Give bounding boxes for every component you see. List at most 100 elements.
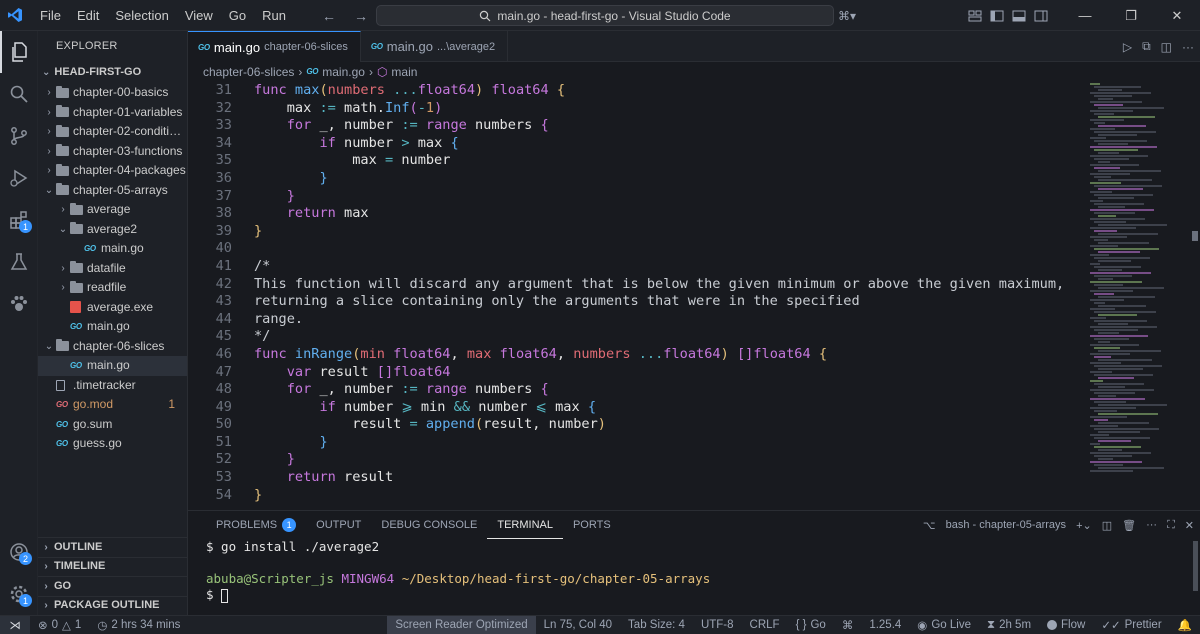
encoding[interactable]: UTF-8: [693, 616, 742, 634]
split-editor-icon[interactable]: ◫: [1161, 40, 1172, 54]
panel-tab-problems[interactable]: PROBLEMS 1: [206, 511, 306, 539]
more-icon[interactable]: ···: [1146, 519, 1157, 531]
copilot-status-icon[interactable]: ⌘: [834, 616, 862, 634]
line-content: if number ⩾ min && number ⩽ max {: [232, 399, 596, 417]
timer[interactable]: ⧗ 2h 5m: [979, 616, 1039, 634]
toggle-panel-icon[interactable]: [1008, 0, 1030, 31]
flow[interactable]: Flow: [1039, 616, 1093, 634]
item-label: average.exe: [87, 299, 154, 314]
panel-tab-terminal[interactable]: TERMINAL: [487, 511, 563, 539]
panel-tab-debug-console[interactable]: DEBUG CONSOLE: [371, 511, 487, 539]
toggle-secondary-sidebar-icon[interactable]: [1030, 0, 1052, 31]
folder-item[interactable]: › chapter-03-functions: [38, 142, 187, 162]
file-item[interactable]: GO go.mod 1: [38, 395, 187, 415]
section-go[interactable]: › GO: [38, 576, 187, 596]
go-version[interactable]: 1.25.4: [861, 616, 909, 634]
editor-scrollbar[interactable]: [1192, 231, 1198, 241]
layout-customize-icon[interactable]: [964, 0, 986, 31]
maximize-panel-icon[interactable]: ⛶: [1167, 519, 1175, 532]
forward-arrow-icon[interactable]: →: [354, 8, 368, 24]
line-content: max := math.Inf(-1): [232, 100, 443, 118]
manage-gear-icon[interactable]: 1: [0, 573, 38, 615]
toggle-sidebar-icon[interactable]: [986, 0, 1008, 31]
notifications-bell-icon[interactable]: 🔔: [1170, 616, 1200, 634]
split-terminal-icon[interactable]: ◫: [1102, 519, 1112, 532]
back-arrow-icon[interactable]: ←: [322, 8, 336, 24]
end-of-line[interactable]: CRLF: [742, 616, 788, 634]
menu-item-run[interactable]: Run: [254, 0, 294, 31]
file-item[interactable]: GO go.sum: [38, 415, 187, 435]
menu-item-go[interactable]: Go: [221, 0, 254, 31]
source-control-icon[interactable]: [0, 115, 38, 157]
minimap-line: [1098, 224, 1167, 226]
search-view-icon[interactable]: [0, 73, 38, 115]
folder-item[interactable]: ⌄ chapter-06-slices: [38, 337, 187, 357]
prettier[interactable]: ✓✓ Prettier: [1093, 616, 1169, 634]
panel-tab-output[interactable]: OUTPUT: [306, 511, 371, 539]
tab-size[interactable]: Tab Size: 4: [620, 616, 693, 634]
menu-item-view[interactable]: View: [177, 0, 221, 31]
accounts-icon[interactable]: 2: [0, 531, 38, 573]
terminal-scrollbar[interactable]: [1193, 541, 1198, 591]
folder-item[interactable]: › chapter-04-packages: [38, 161, 187, 181]
section-package-outline[interactable]: › PACKAGE OUTLINE: [38, 595, 187, 616]
prettier-label: Prettier: [1124, 619, 1162, 631]
more-actions-icon[interactable]: ···: [1182, 40, 1194, 54]
tab-main-go-average2[interactable]: GO main.go ...\average2: [361, 31, 509, 62]
copilot-icon[interactable]: ⌘▾: [832, 0, 862, 31]
kill-terminal-icon[interactable]: 🗑: [1122, 519, 1136, 532]
code-line: 46 func inRange(min float64, max float64,…: [188, 346, 1088, 364]
section-timeline[interactable]: › TIMELINE: [38, 556, 187, 577]
breadcrumb-folder[interactable]: chapter-06-slices: [203, 62, 294, 82]
status-right: Screen Reader Optimized Ln 75, Col 40 Ta…: [387, 615, 1200, 634]
compare-icon[interactable]: ⧉: [1142, 39, 1151, 54]
command-center-search[interactable]: main.go - head-first-go - Visual Studio …: [376, 5, 834, 26]
maximize-button[interactable]: ❐: [1108, 0, 1154, 31]
run-icon[interactable]: ▷: [1123, 40, 1132, 54]
folder-item[interactable]: ⌄ chapter-05-arrays: [38, 181, 187, 201]
cursor-position[interactable]: Ln 75, Col 40: [536, 616, 620, 634]
terminal-name[interactable]: bash - chapter-05-arrays: [946, 519, 1066, 531]
file-item[interactable]: GO main.go: [38, 239, 187, 259]
screen-reader-status[interactable]: Screen Reader Optimized: [387, 615, 536, 634]
remote-explorer-icon[interactable]: [0, 283, 38, 325]
file-item[interactable]: .timetracker: [38, 376, 187, 396]
menu-item-selection[interactable]: Selection: [107, 0, 176, 31]
breadcrumb-symbol[interactable]: main: [391, 62, 417, 82]
workspace-root[interactable]: ⌄ HEAD-FIRST-GO: [38, 61, 187, 83]
tab-main-go-slices[interactable]: GO main.go chapter-06-slices: [188, 31, 361, 62]
close-button[interactable]: ✕: [1154, 0, 1200, 31]
terminal[interactable]: $ go install ./average2 abuba@Scripter_j…: [188, 539, 1200, 603]
panel-tab-ports[interactable]: PORTS: [563, 511, 621, 539]
remote-indicator[interactable]: ⋊: [0, 615, 30, 634]
code-editor[interactable]: 31 func max(numbers ...float64) float64 {…: [188, 82, 1088, 504]
close-panel-icon[interactable]: ✕: [1185, 519, 1194, 532]
minimap[interactable]: [1090, 82, 1190, 510]
file-item[interactable]: average.exe: [38, 298, 187, 318]
problems-status[interactable]: ⊗ 0 △ 1: [30, 616, 89, 634]
time-tracker[interactable]: ◷ 2 hrs 34 mins: [89, 616, 188, 634]
folder-item[interactable]: › chapter-02-conditionals: [38, 122, 187, 142]
menu-item-edit[interactable]: Edit: [69, 0, 107, 31]
folder-item[interactable]: ⌄ average2: [38, 220, 187, 240]
folder-item[interactable]: › readfile: [38, 278, 187, 298]
folder-item[interactable]: › chapter-00-basics: [38, 83, 187, 103]
new-terminal-icon[interactable]: +⌄: [1076, 519, 1092, 532]
language-mode[interactable]: { } Go: [788, 616, 834, 634]
file-item[interactable]: GO main.go: [38, 356, 187, 376]
go-live[interactable]: ◉ Go Live: [909, 616, 979, 634]
menu-item-file[interactable]: File: [32, 0, 69, 31]
extensions-icon[interactable]: 1: [0, 199, 38, 241]
file-item[interactable]: GO main.go: [38, 317, 187, 337]
section-outline[interactable]: › OUTLINE: [38, 537, 187, 557]
folder-item[interactable]: › datafile: [38, 259, 187, 279]
folder-item[interactable]: › average: [38, 200, 187, 220]
testing-icon[interactable]: [0, 241, 38, 283]
run-debug-icon[interactable]: [0, 157, 38, 199]
folder-item[interactable]: › chapter-01-variables: [38, 103, 187, 123]
code-token: (: [319, 82, 328, 98]
file-item[interactable]: GO guess.go: [38, 434, 187, 454]
minimize-button[interactable]: —: [1062, 0, 1108, 31]
explorer-icon[interactable]: [0, 31, 38, 73]
breadcrumb-file[interactable]: main.go: [322, 62, 365, 82]
